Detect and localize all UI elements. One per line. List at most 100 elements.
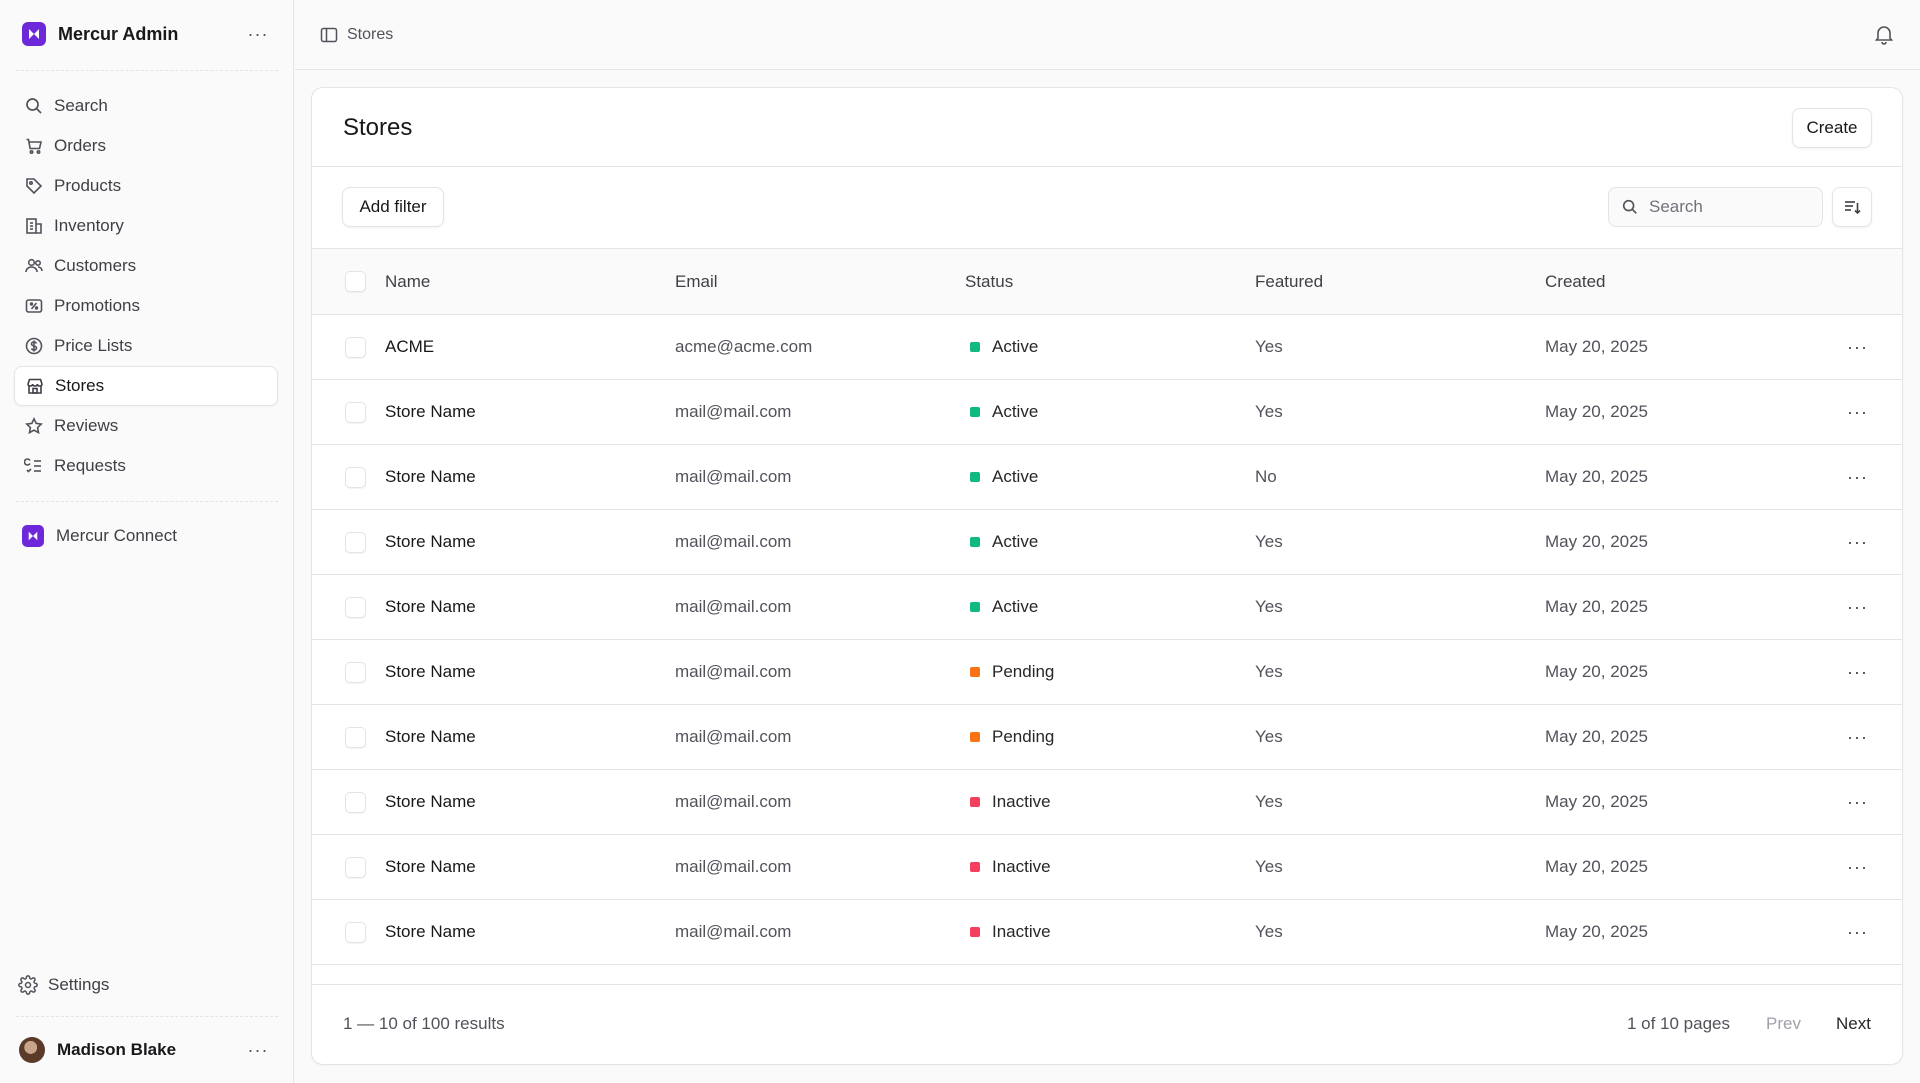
status-badge: Pending [965, 705, 1054, 769]
store-switcher[interactable]: Mercur Admin ··· [16, 14, 278, 54]
sidebar-item-label: Requests [54, 456, 126, 475]
table-row[interactable]: Store Name mail@mail.com Pending Yes May 20,… [312, 705, 1902, 770]
sidebar-item-search[interactable]: Search [14, 86, 278, 126]
create-button[interactable]: Create [1792, 108, 1872, 148]
column-header-name[interactable]: Name [385, 249, 430, 314]
sidebar-item-orders[interactable]: Orders [14, 126, 278, 166]
mercur-connect-icon [22, 525, 44, 547]
sidebar-item-label: Orders [54, 136, 106, 155]
column-header-featured[interactable]: Featured [1255, 249, 1323, 314]
sidebar-item-settings[interactable]: Settings [14, 965, 109, 1005]
more-options-icon[interactable]: ··· [1847, 727, 1868, 748]
sidebar-item-products[interactable]: Products [14, 166, 278, 206]
sort-button[interactable] [1832, 187, 1872, 227]
row-actions: ··· [1847, 575, 1868, 639]
more-options-icon[interactable]: ··· [244, 20, 272, 48]
sidebar-item-label: Products [54, 176, 122, 195]
cart-icon [24, 136, 44, 156]
sidebar-item-reviews[interactable]: Reviews [14, 406, 278, 446]
prev-button[interactable]: Prev [1766, 1014, 1801, 1034]
search-icon [1621, 198, 1639, 216]
row-checkbox[interactable] [345, 466, 366, 488]
more-options-icon[interactable]: ··· [1847, 597, 1868, 618]
featured-value: Yes [1255, 922, 1283, 941]
row-select-cell [345, 510, 366, 574]
created-date: May 20, 2025 [1545, 597, 1649, 616]
search-input[interactable] [1649, 197, 1809, 217]
status-label: Pending [992, 727, 1055, 746]
column-header-status[interactable]: Status [965, 249, 1013, 314]
building-icon [24, 216, 44, 236]
user-menu[interactable]: Madison Blake ··· [16, 1030, 278, 1070]
store-name: Store Name [385, 857, 476, 876]
sidebar-item-requests[interactable]: Requests [14, 446, 278, 486]
table-row[interactable]: Store Name mail@mail.com Active Yes May 20, … [312, 510, 1902, 575]
table-toolbar: Add filter [312, 167, 1902, 249]
status-badge: Inactive [965, 835, 1051, 899]
row-checkbox[interactable] [345, 596, 366, 618]
select-all-checkbox[interactable] [345, 271, 366, 292]
sidebar-nav: Search Orders Products Inventory Customers Pr… [14, 86, 278, 486]
more-options-icon[interactable]: ··· [1847, 467, 1868, 488]
row-checkbox[interactable] [345, 531, 366, 553]
more-options-icon[interactable]: ··· [1847, 402, 1868, 423]
sidebar-item-label: Stores [55, 376, 105, 395]
sidebar-toggle-icon[interactable] [319, 25, 339, 45]
search-field[interactable] [1608, 187, 1823, 227]
row-select-cell [345, 640, 366, 704]
column-header-created[interactable]: Created [1545, 249, 1605, 314]
featured-value: Yes [1255, 662, 1283, 681]
table-row[interactable]: Store Name mail@mail.com Pending Yes May 20,… [312, 640, 1902, 705]
sidebar-item-price-lists[interactable]: Price Lists [14, 326, 278, 366]
row-checkbox[interactable] [345, 661, 366, 683]
select-all-cell [345, 249, 366, 314]
more-options-icon[interactable]: ··· [1847, 792, 1868, 813]
store-email: mail@mail.com [675, 662, 792, 681]
row-checkbox[interactable] [345, 726, 366, 748]
more-options-icon[interactable]: ··· [1847, 922, 1868, 943]
row-checkbox[interactable] [345, 856, 366, 878]
status-label: Inactive [992, 792, 1051, 811]
table-row[interactable]: Store Name mail@mail.com Inactive Yes May 20… [312, 900, 1902, 965]
sidebar-item-promotions[interactable]: Promotions [14, 286, 278, 326]
row-select-cell [345, 315, 366, 379]
more-options-icon[interactable]: ··· [1847, 857, 1868, 878]
table-row[interactable]: Store Name mail@mail.com Inactive Yes May 20… [312, 835, 1902, 900]
sidebar-item-label: Inventory [54, 216, 124, 235]
more-options-icon[interactable]: ··· [1847, 337, 1868, 358]
table-row[interactable]: Store Name mail@mail.com Active Yes May 20, … [312, 575, 1902, 640]
next-button[interactable]: Next [1836, 1014, 1871, 1034]
row-select-cell [345, 770, 366, 834]
featured-value: Yes [1255, 792, 1283, 811]
sidebar-item-mercur-connect[interactable]: Mercur Connect [14, 516, 278, 556]
row-select-cell [345, 575, 366, 639]
more-options-icon[interactable]: ··· [244, 1036, 272, 1064]
row-actions: ··· [1847, 770, 1868, 834]
add-filter-button[interactable]: Add filter [342, 187, 444, 227]
row-checkbox[interactable] [345, 791, 366, 813]
sidebar-item-label: Price Lists [54, 336, 133, 355]
more-options-icon[interactable]: ··· [1847, 662, 1868, 683]
column-header-email[interactable]: Email [675, 249, 718, 314]
featured-value: Yes [1255, 727, 1283, 746]
sidebar: Mercur Admin ··· Search Orders Products Inv… [0, 0, 294, 1083]
row-checkbox[interactable] [345, 336, 366, 358]
table-row[interactable]: Store Name mail@mail.com Inactive Yes May 20… [312, 770, 1902, 835]
row-actions: ··· [1847, 835, 1868, 899]
status-label: Inactive [992, 922, 1051, 941]
table-row[interactable]: Store Name mail@mail.com Active No May 20, 2… [312, 445, 1902, 510]
created-date: May 20, 2025 [1545, 727, 1649, 746]
row-checkbox[interactable] [345, 401, 366, 423]
sidebar-item-stores[interactable]: Stores [14, 366, 278, 406]
breadcrumb: Stores [319, 25, 393, 45]
table-row[interactable]: Store Name mail@mail.com Active Yes May 20, … [312, 380, 1902, 445]
breadcrumb-item[interactable]: Stores [347, 26, 393, 44]
featured-value: Yes [1255, 337, 1283, 356]
sidebar-item-customers[interactable]: Customers [14, 246, 278, 286]
row-checkbox[interactable] [345, 921, 366, 943]
more-options-icon[interactable]: ··· [1847, 532, 1868, 553]
bell-icon[interactable] [1872, 22, 1896, 46]
table-row[interactable]: ACME acme@acme.com Active Yes May 20, 2025 ··… [312, 315, 1902, 380]
sidebar-item-inventory[interactable]: Inventory [14, 206, 278, 246]
store-icon [25, 376, 45, 396]
